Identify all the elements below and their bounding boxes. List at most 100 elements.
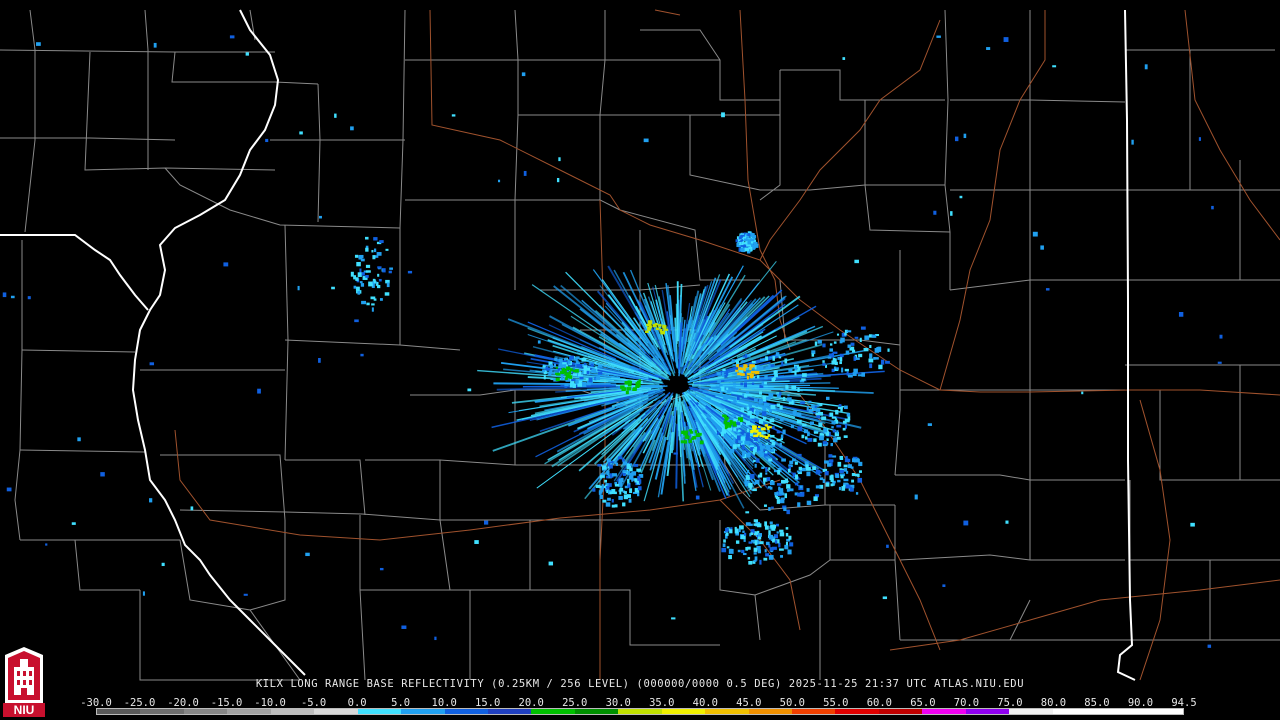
echo-pixel [798,466,802,471]
echo-pixel [783,507,787,512]
echo-core [652,323,656,328]
echo-pixel [837,461,842,467]
echo-pixel [357,291,361,295]
echo-speck [1198,137,1201,141]
echo-pixel [769,480,775,486]
echo-speck [305,552,310,557]
echo-core [744,364,748,369]
echo-pixel [839,361,842,365]
echo-pixel [835,474,840,478]
echo-speck [721,112,725,118]
echo-pixel [855,458,860,463]
echo-pixel [629,488,633,494]
echo-pixel [797,453,802,457]
echo-pixel [779,532,785,537]
echo-speck [523,170,527,176]
echo-pixel [797,366,801,371]
echo-pixel [615,462,619,466]
echo-pixel [846,412,851,417]
echo-speck [1005,520,1009,524]
echo-pixel [549,364,554,369]
echo-pixel [848,458,851,462]
echo-speck [1052,65,1057,68]
echo-core [759,434,764,437]
echo-pixel [831,421,836,424]
echo-pixel [829,475,834,481]
echo-pixel [868,358,874,363]
echo-pixel [844,332,847,336]
echo-pixel [839,455,844,460]
echo-pixel [758,450,762,454]
echo-pixel [792,410,797,416]
echo-pixel [598,371,603,375]
echo-speck [1040,245,1044,250]
echo-pixel [562,362,567,365]
echo-pixel [776,531,779,534]
echo-pixel [759,391,763,395]
echo-speck [45,543,48,546]
echo-pixel [828,454,833,458]
echo-pixel [558,363,564,368]
echo-pixel [762,399,767,402]
echo-pixel [725,527,729,532]
echo-pixel [745,436,750,441]
echo-speck [1045,288,1050,291]
echo-speck [986,47,991,50]
echo-pixel [822,343,826,348]
echo-pixel [841,486,846,491]
echo-pixel [379,240,384,244]
echo-pixel [385,248,389,251]
echo-pixel [382,268,386,273]
echo-pixel [355,286,360,291]
echo-pixel [728,554,732,560]
echo-speck [483,520,489,525]
echo-pixel [763,480,766,485]
echo-pixel [388,270,392,274]
echo-pixel [583,369,587,375]
echo-pixel [844,418,850,423]
echo-pixel [554,357,558,362]
colorbar-segment [1052,709,1097,714]
echo-pixel [787,397,792,402]
echo-core [746,375,749,380]
echo-speck [451,114,456,117]
echo-pixel [850,342,855,346]
echo-core [627,380,632,384]
echo-core [699,440,704,445]
echo-speck [673,452,678,455]
echo-pixel [775,523,779,527]
echo-pixel [787,549,792,555]
echo-pixel [764,402,768,407]
echo-speck [933,210,937,215]
echo-pixel [378,278,382,282]
echo-pixel [745,353,748,359]
echo-pixel [361,272,365,276]
echo-pixel [836,367,839,370]
echo-speck [1211,205,1214,210]
echo-pixel [794,461,798,465]
echo-speck [434,636,437,641]
echo-pixel [371,249,374,253]
echo-pixel [816,404,820,407]
echo-pixel [789,542,794,547]
echo-pixel [774,370,778,374]
echo-pixel [777,483,782,486]
echo-pixel [755,458,760,463]
echo-speck [153,42,157,48]
echo-pixel [770,449,775,453]
echo-pixel [563,357,568,361]
echo-speck [161,562,165,567]
echo-pixel [729,448,735,454]
echo-pixel [737,444,741,447]
echo-pixel [742,242,748,245]
echo-core [564,372,568,376]
echo-pixel [602,465,607,470]
echo-pixel [859,337,862,343]
echo-speck [942,584,946,587]
echo-pixel [825,396,830,400]
echo-pixel [761,381,765,386]
echo-speck [886,544,889,548]
echo-pixel [853,368,858,373]
echo-pixel [797,387,800,392]
echo-pixel [885,360,890,364]
